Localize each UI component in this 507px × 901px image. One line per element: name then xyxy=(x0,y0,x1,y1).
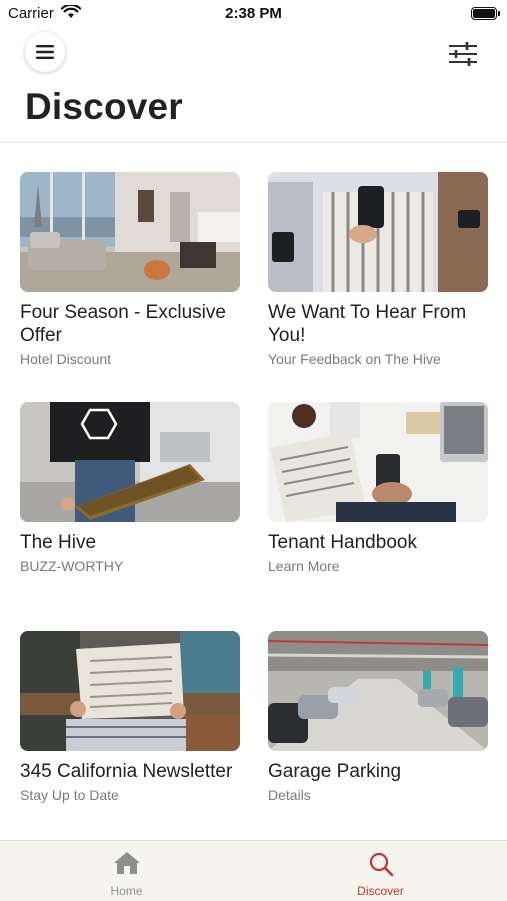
card-title: Tenant Handbook xyxy=(268,532,417,553)
hotel-room-image xyxy=(20,172,240,292)
card-title: Four Season - Exclusive Offer xyxy=(20,302,226,346)
search-icon xyxy=(368,851,394,882)
tab-home-label: Home xyxy=(110,884,143,898)
card-four-season[interactable]: Four Season - Exclusive Offer Hotel Disc… xyxy=(20,172,240,367)
tab-bar: Home Discover xyxy=(0,840,507,901)
hamburger-icon xyxy=(36,45,54,59)
clock: 2:38 PM xyxy=(225,5,282,22)
card-subtitle: Stay Up to Date xyxy=(20,787,119,803)
reading-newspaper-image xyxy=(20,631,240,751)
card-newsletter[interactable]: 345 California Newsletter Stay Up to Dat… xyxy=(20,631,240,803)
card-title: 345 California Newsletter xyxy=(20,761,233,782)
card-subtitle: Details xyxy=(268,787,311,803)
card-tenant-handbook[interactable]: Tenant Handbook Learn More xyxy=(268,402,488,574)
home-icon xyxy=(113,851,141,880)
battery-icon xyxy=(471,7,500,20)
card-subtitle: Learn More xyxy=(268,558,340,574)
card-garage-parking[interactable]: Garage Parking Details xyxy=(268,631,488,803)
tab-discover-label: Discover xyxy=(357,884,404,898)
card-the-hive[interactable]: The Hive BUZZ-WORTHY xyxy=(20,402,240,574)
header-divider xyxy=(0,142,507,143)
status-bar: Carrier 2:38 PM xyxy=(0,0,507,28)
parking-garage-image xyxy=(268,631,488,751)
card-subtitle: Hotel Discount xyxy=(20,351,112,367)
card-title: Garage Parking xyxy=(268,761,402,782)
card-subtitle: BUZZ-WORTHY xyxy=(20,558,124,574)
card-subtitle: Your Feedback on The Hive xyxy=(268,351,441,367)
menu-button[interactable] xyxy=(25,32,65,72)
tab-discover[interactable]: Discover xyxy=(254,841,507,901)
desk-newspaper-image xyxy=(268,402,488,522)
page-title: Discover xyxy=(25,86,183,127)
sliders-icon xyxy=(449,42,477,66)
tab-home[interactable]: Home xyxy=(0,841,253,901)
filter-button[interactable] xyxy=(445,38,481,70)
card-title: We Want To Hear From You! xyxy=(268,302,467,346)
card-feedback[interactable]: We Want To Hear From You! Your Feedback … xyxy=(268,172,488,367)
card-title: The Hive xyxy=(20,532,97,553)
people-phones-image xyxy=(268,172,488,292)
beekeeper-image xyxy=(20,402,240,522)
